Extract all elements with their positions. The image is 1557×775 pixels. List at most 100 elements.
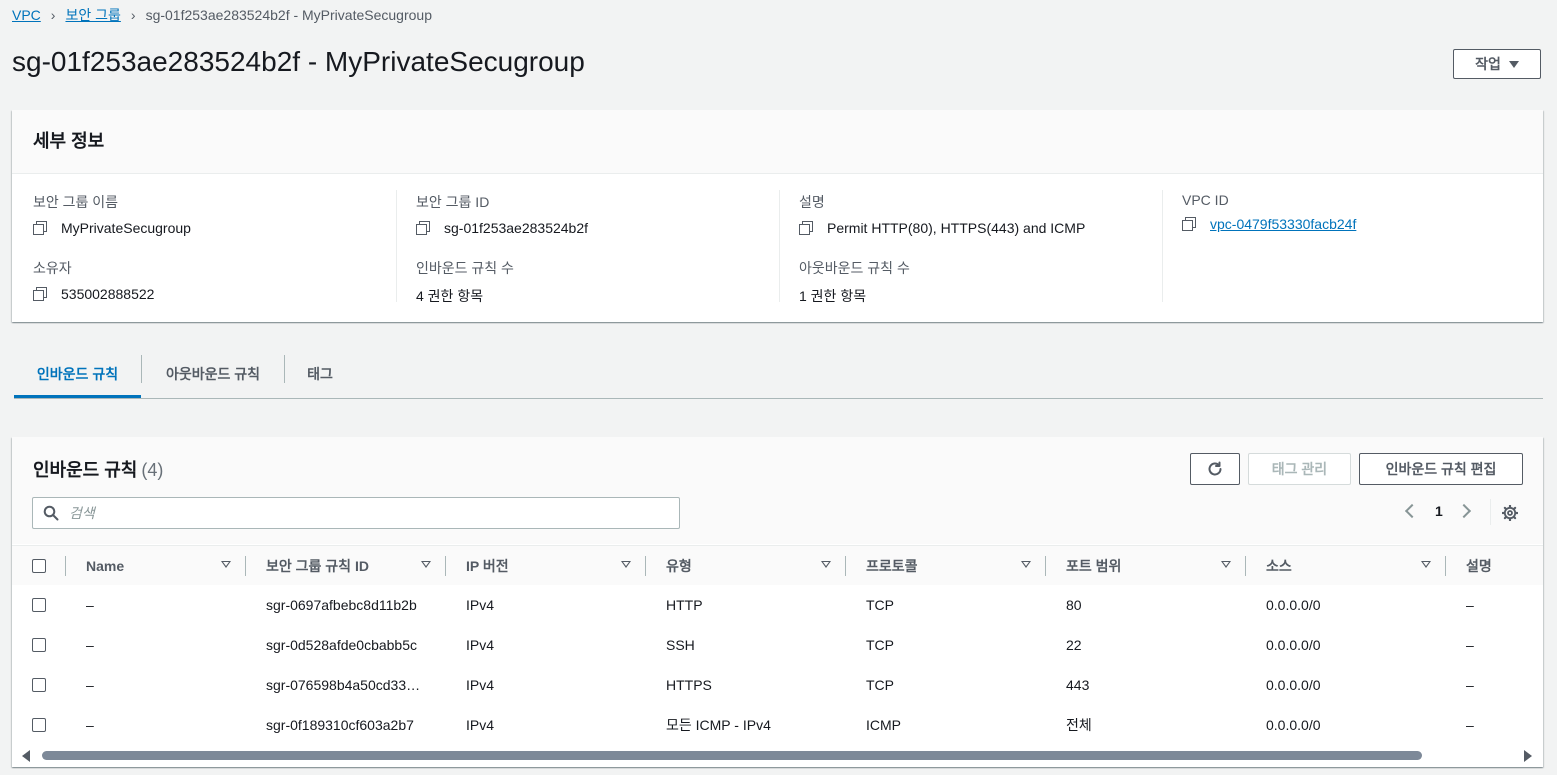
column-header-port-range[interactable]: 포트 범위 [1066, 546, 1121, 585]
table-row[interactable]: – sgr-0f189310cf603a2b7 IPv4 모든 ICMP - I… [12, 705, 1543, 746]
details-header [12, 110, 1543, 174]
scroll-left-icon[interactable] [22, 750, 30, 762]
row-checkbox-cell [32, 665, 46, 705]
copy-icon[interactable] [33, 287, 47, 301]
cell-port-range: 22 [1066, 637, 1082, 653]
rules-count: (4) [141, 460, 164, 480]
column-divider [445, 556, 446, 576]
cell-description: – [1466, 677, 1474, 693]
divider [396, 190, 397, 302]
row-checkbox[interactable] [32, 718, 46, 732]
cell-rule-id: sgr-0f189310cf603a2b7 [266, 717, 414, 733]
row-checkbox[interactable] [32, 678, 46, 692]
sort-down-icon[interactable] [1021, 561, 1031, 568]
column-header-protocol[interactable]: 프로토콜 [866, 546, 918, 585]
cell-type: SSH [666, 637, 695, 653]
column-divider [1045, 556, 1046, 576]
field-label: VPC ID [1182, 192, 1229, 208]
cell-type: HTTPS [666, 677, 712, 693]
breadcrumb-link-vpc[interactable]: VPC [12, 7, 41, 23]
pagination: 1 [1404, 503, 1471, 519]
copy-icon[interactable] [1182, 217, 1196, 231]
breadcrumb-link-security-groups[interactable]: 보안 그룹 [65, 5, 120, 25]
divider [779, 190, 780, 302]
row-checkbox-cell [32, 625, 46, 665]
outbound-count-value: 1 권한 항목 [799, 288, 867, 304]
sort-down-icon[interactable] [1221, 561, 1231, 568]
column-header-type[interactable]: 유형 [666, 546, 692, 585]
breadcrumb: VPC › 보안 그룹 › sg-01f253ae283524b2f - MyP… [12, 6, 432, 24]
search-box [32, 497, 680, 529]
copy-icon[interactable] [416, 221, 430, 235]
table-header: Name 보안 그룹 규칙 ID IP 버전 유형 프로토콜 포트 범위 소스 … [12, 545, 1543, 586]
details-title: 세부 정보 [33, 131, 105, 151]
sort-down-icon[interactable] [421, 561, 431, 568]
row-checkbox-cell [32, 705, 46, 745]
column-divider [1445, 556, 1446, 576]
field-label: 보안 그룹 이름 [33, 194, 119, 210]
actions-label: 작업 [1475, 56, 1501, 72]
cell-name: – [86, 637, 94, 653]
field-description: 설명 Permit HTTP(80), HTTPS(443) and ICMP [799, 192, 1085, 236]
scrollbar-thumb[interactable] [42, 751, 1422, 760]
table-row[interactable]: – sgr-076598b4a50cd33… IPv4 HTTPS TCP 44… [12, 665, 1543, 706]
column-header-name[interactable]: Name [86, 546, 124, 585]
select-all-checkbox[interactable] [32, 558, 46, 573]
table-row[interactable]: – sgr-0d528afde0cbabb5c IPv4 SSH TCP 22 … [12, 625, 1543, 666]
row-checkbox-cell [32, 585, 46, 625]
cell-protocol: TCP [866, 597, 894, 613]
sort-down-icon[interactable] [621, 561, 631, 568]
column-header-ip-version[interactable]: IP 버전 [466, 546, 509, 585]
actions-dropdown-button[interactable]: 작업 [1453, 49, 1541, 79]
cell-source: 0.0.0.0/0 [1266, 677, 1321, 693]
refresh-button[interactable] [1190, 453, 1240, 485]
field-value: vpc-0479f53330facb24f [1182, 216, 1356, 232]
select-all-checkbox-cell [32, 546, 46, 585]
chevron-left-icon[interactable] [1404, 503, 1420, 519]
copy-icon[interactable] [799, 221, 813, 235]
description-value: Permit HTTP(80), HTTPS(443) and ICMP [827, 220, 1086, 236]
column-header-description[interactable]: 설명 [1466, 546, 1492, 585]
chevron-right-icon[interactable] [1456, 503, 1471, 519]
sort-down-icon[interactable] [1421, 561, 1431, 568]
gear-icon[interactable] [1502, 505, 1518, 521]
edit-inbound-rules-button[interactable]: 인바운드 규칙 편집 [1359, 453, 1523, 485]
cell-port-range: 전체 [1066, 717, 1092, 733]
field-sg-id: 보안 그룹 ID sg-01f253ae283524b2f [416, 192, 588, 236]
breadcrumb-current: sg-01f253ae283524b2f - MyPrivateSecugrou… [145, 7, 432, 23]
field-vpc-id: VPC ID vpc-0479f53330facb24f [1182, 192, 1356, 232]
scroll-right-icon[interactable] [1524, 750, 1532, 762]
cell-ip-version: IPv4 [466, 597, 495, 613]
column-header-rule-id[interactable]: 보안 그룹 규칙 ID [266, 546, 369, 585]
sort-down-icon[interactable] [221, 561, 231, 568]
row-checkbox[interactable] [32, 638, 46, 652]
cell-description: – [1466, 597, 1474, 613]
horizontal-scrollbar[interactable] [12, 744, 1543, 767]
cell-ip-version: IPv4 [466, 717, 495, 733]
row-checkbox[interactable] [32, 598, 46, 612]
vpc-id-link[interactable]: vpc-0479f53330facb24f [1210, 216, 1356, 232]
table-row[interactable]: – sgr-0697afbebc8d11b2b IPv4 HTTP TCP 80… [12, 585, 1543, 626]
cell-description: – [1466, 637, 1474, 653]
page-number[interactable]: 1 [1435, 503, 1443, 519]
sort-down-icon[interactable] [821, 561, 831, 568]
cell-ip-version: IPv4 [466, 677, 495, 693]
tab-outbound-rules[interactable]: 아웃바운드 규칙 [142, 352, 284, 396]
cell-protocol: ICMP [866, 717, 901, 733]
divider [1490, 499, 1491, 525]
search-input[interactable] [67, 504, 679, 522]
cell-ip-version: IPv4 [466, 637, 495, 653]
cell-name: – [86, 597, 94, 613]
tab-tags[interactable]: 태그 [285, 352, 355, 396]
column-header-source[interactable]: 소스 [1266, 546, 1292, 585]
column-divider [645, 556, 646, 576]
field-outbound-count: 아웃바운드 규칙 수 1 권한 항목 [799, 258, 910, 306]
manage-tags-button[interactable]: 태그 관리 [1248, 453, 1351, 485]
column-divider [65, 556, 66, 576]
tab-inbound-rules[interactable]: 인바운드 규칙 [14, 352, 141, 398]
field-value: sg-01f253ae283524b2f [416, 220, 588, 236]
cell-source: 0.0.0.0/0 [1266, 717, 1321, 733]
details-panel: 세부 정보 보안 그룹 이름 MyPrivateSecugroup 보안 그룹 … [12, 110, 1543, 322]
copy-icon[interactable] [33, 221, 47, 235]
field-value: Permit HTTP(80), HTTPS(443) and ICMP [799, 220, 1085, 236]
